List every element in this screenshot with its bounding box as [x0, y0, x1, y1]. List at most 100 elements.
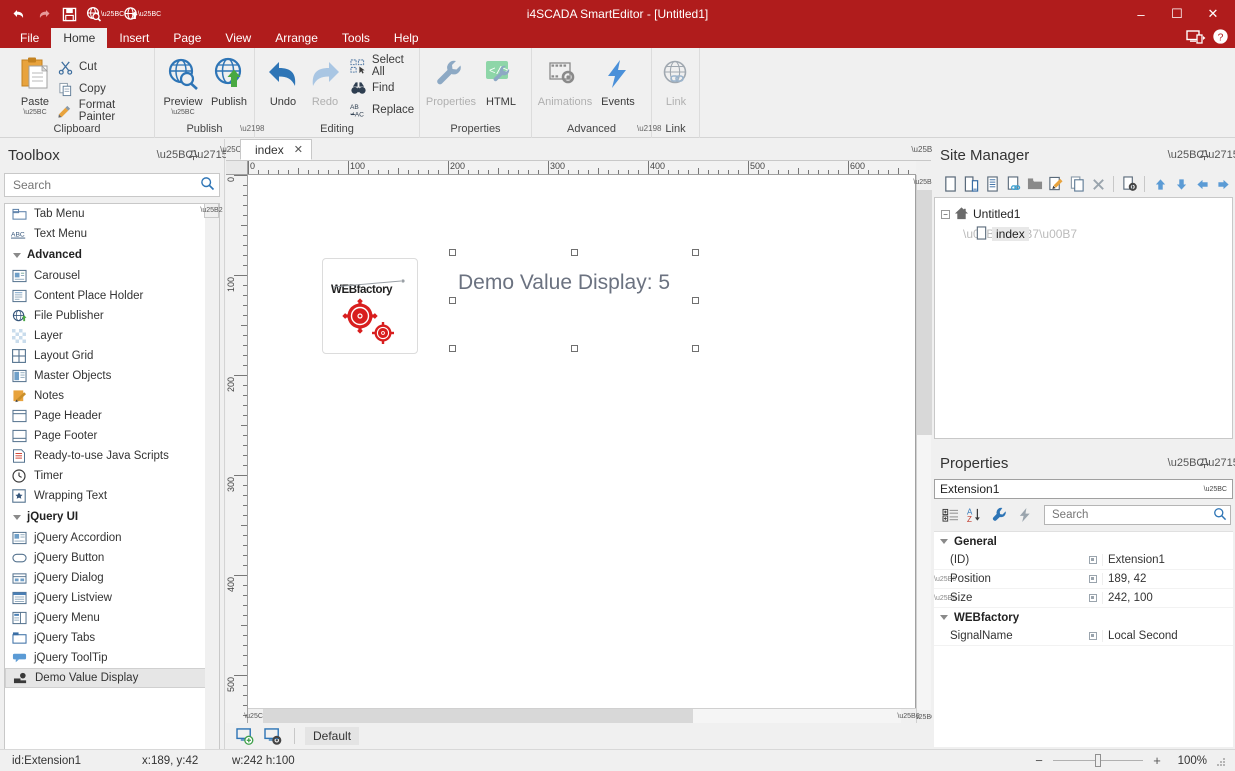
help-icon[interactable]: ?: [1212, 28, 1229, 48]
property-expander[interactable]: \u25B6: [934, 576, 956, 583]
search-icon[interactable]: [200, 176, 215, 194]
resize-handle-ne[interactable]: [692, 249, 699, 256]
properties-grid[interactable]: General (ID) Extension1 \u25B6 Position …: [934, 531, 1233, 747]
property-binding-icon[interactable]: [1084, 632, 1102, 640]
delete-icon[interactable]: [1089, 175, 1107, 194]
site-manager-dropdown-icon[interactable]: \u25BC: [1168, 146, 1205, 164]
toolbox-item-timer[interactable]: Timer: [5, 466, 206, 486]
canvas-scroll-left-icon[interactable]: \u25C0: [244, 709, 267, 724]
property-value[interactable]: 242, 100: [1102, 592, 1233, 604]
property-binding-icon[interactable]: [1084, 556, 1102, 564]
toolbox-search-input[interactable]: [13, 178, 200, 192]
preview-split-dropdown-icon[interactable]: \u25BC: [171, 109, 194, 116]
properties-category-general[interactable]: General: [934, 532, 1233, 551]
properties-dropdown-icon[interactable]: \u25BC: [1168, 454, 1205, 472]
resize-handle-e[interactable]: [692, 297, 699, 304]
copy-button[interactable]: Copy: [56, 78, 106, 100]
toolbox-item-jquery-listview[interactable]: jQuery Listview: [5, 588, 206, 608]
events-icon[interactable]: [1015, 505, 1035, 525]
document-tab-close-icon[interactable]: ✕: [294, 143, 303, 156]
webfactory-logo[interactable]: WEBfactory: [322, 258, 418, 354]
cut-button[interactable]: Cut: [56, 56, 97, 78]
toolbox-item-jquery-tooltip[interactable]: jQuery ToolTip: [5, 648, 206, 668]
move-down-icon[interactable]: [1172, 175, 1190, 194]
redo-button[interactable]: Redo: [301, 54, 349, 108]
canvas-scroll-up-icon[interactable]: \u25B2: [913, 175, 936, 190]
tab-arrange[interactable]: Arrange: [263, 28, 330, 48]
undo-button[interactable]: Undo: [259, 54, 307, 108]
resize-handle-nw[interactable]: [449, 249, 456, 256]
collapse-icon[interactable]: [13, 252, 21, 258]
page-settings-icon[interactable]: [1120, 175, 1138, 194]
properties-search-input[interactable]: [1052, 509, 1213, 521]
toolbox-item-notes[interactable]: Notes: [5, 386, 206, 406]
search-icon[interactable]: [1213, 507, 1227, 524]
resize-handle-se[interactable]: [692, 345, 699, 352]
find-button[interactable]: Find: [349, 77, 394, 99]
toolbox-item-jquery-dialog[interactable]: jQuery Dialog: [5, 568, 206, 588]
toolbox-item-content-place-holder[interactable]: Content Place Holder: [5, 286, 206, 306]
toolbox-item-jquery-button[interactable]: jQuery Button: [5, 548, 206, 568]
canvas-vscroll-thumb[interactable]: [917, 190, 932, 435]
close-button[interactable]: ✕: [1195, 1, 1231, 27]
toolbox-item-jquery-accordion[interactable]: jQuery Accordion: [5, 528, 206, 548]
tab-file[interactable]: File: [8, 28, 51, 48]
tab-help[interactable]: Help: [382, 28, 431, 48]
new-document-icon[interactable]: [983, 175, 1001, 194]
doc-tab-prev-icon[interactable]: \u25C1: [220, 138, 246, 160]
tree-node-index[interactable]: \u00B7\u00B7\u00B7 index: [941, 224, 1232, 244]
tab-view[interactable]: View: [213, 28, 263, 48]
property-row-position[interactable]: \u25B6 Position 189, 42: [934, 570, 1233, 589]
toolbox-item-demo-value-display[interactable]: Demo Value Display: [5, 668, 206, 688]
toolbox-item-carousel[interactable]: Carousel: [5, 266, 206, 286]
resize-grip[interactable]: [1215, 755, 1227, 767]
move-up-icon[interactable]: [1151, 175, 1169, 194]
new-mobile-page-icon[interactable]: [962, 175, 980, 194]
document-tab-index[interactable]: index ✕: [240, 139, 312, 160]
property-expander[interactable]: \u25B6: [934, 595, 956, 602]
edit-icon[interactable]: [1047, 175, 1065, 194]
zoom-slider-thumb[interactable]: [1095, 754, 1101, 767]
tab-page[interactable]: Page: [161, 28, 213, 48]
toolbox-dropdown-icon[interactable]: \u25BC: [157, 146, 194, 164]
advanced-dialog-launcher[interactable]: \u2198: [637, 124, 661, 134]
properties-object-selector[interactable]: Extension1 \u25BC: [934, 479, 1233, 499]
new-link-icon[interactable]: [1004, 175, 1022, 194]
site-manager-tree[interactable]: − Untitled1 \u00B7\u00B7\u00B7 index: [934, 197, 1233, 439]
collapse-icon[interactable]: [940, 539, 948, 544]
replace-button[interactable]: AB AC Replace: [349, 99, 414, 121]
maximize-button[interactable]: ☐: [1159, 1, 1195, 27]
move-right-icon[interactable]: [1215, 175, 1233, 194]
events-button[interactable]: Events: [590, 54, 646, 108]
paste-dropdown-icon[interactable]: \u25BC: [23, 109, 46, 116]
toolbox-item-master-objects[interactable]: Master Objects: [5, 366, 206, 386]
tab-tools[interactable]: Tools: [330, 28, 382, 48]
minimize-button[interactable]: –: [1123, 1, 1159, 27]
new-page-icon[interactable]: [941, 175, 959, 194]
toolbox-item-page-header[interactable]: Page Header: [5, 406, 206, 426]
site-manager-close-icon[interactable]: \u2715: [1205, 146, 1235, 164]
scroll-up-arrow[interactable]: \u25B2: [200, 203, 223, 218]
property-row-size[interactable]: \u25B6 Size 242, 100: [934, 589, 1233, 608]
toolbox-item-layer[interactable]: Layer: [5, 326, 206, 346]
collapse-icon[interactable]: [940, 615, 948, 620]
resize-handle-w[interactable]: [449, 297, 456, 304]
properties-category-webfactory[interactable]: WEBfactory: [934, 608, 1233, 627]
toolbox-item-layout-grid[interactable]: Layout Grid: [5, 346, 206, 366]
select-all-button[interactable]: Select All: [349, 54, 419, 78]
doc-tab-next-icon[interactable]: \u25B7: [911, 138, 936, 160]
format-painter-button[interactable]: Format Painter: [56, 99, 154, 123]
resize-handle-sw[interactable]: [449, 345, 456, 352]
canvas-hscroll-thumb[interactable]: [263, 709, 693, 724]
tab-home[interactable]: Home: [51, 28, 108, 48]
canvas-horizontal-scrollbar[interactable]: \u25C0 \u25B6: [244, 708, 920, 724]
publish-button[interactable]: Publish: [203, 54, 255, 108]
zoom-in-button[interactable]: +: [1151, 753, 1163, 768]
preview-button[interactable]: Preview \u25BC: [157, 54, 209, 116]
collapse-icon[interactable]: [13, 514, 21, 520]
property-binding-icon[interactable]: [1084, 575, 1102, 583]
alphabetical-icon[interactable]: AZ: [965, 505, 985, 525]
tree-expander-icon[interactable]: −: [941, 209, 950, 219]
properties-button[interactable]: Properties: [424, 54, 478, 108]
toolbox-item-list[interactable]: Tab Menu ABC Text Menu Advanced Carousel: [4, 203, 207, 771]
